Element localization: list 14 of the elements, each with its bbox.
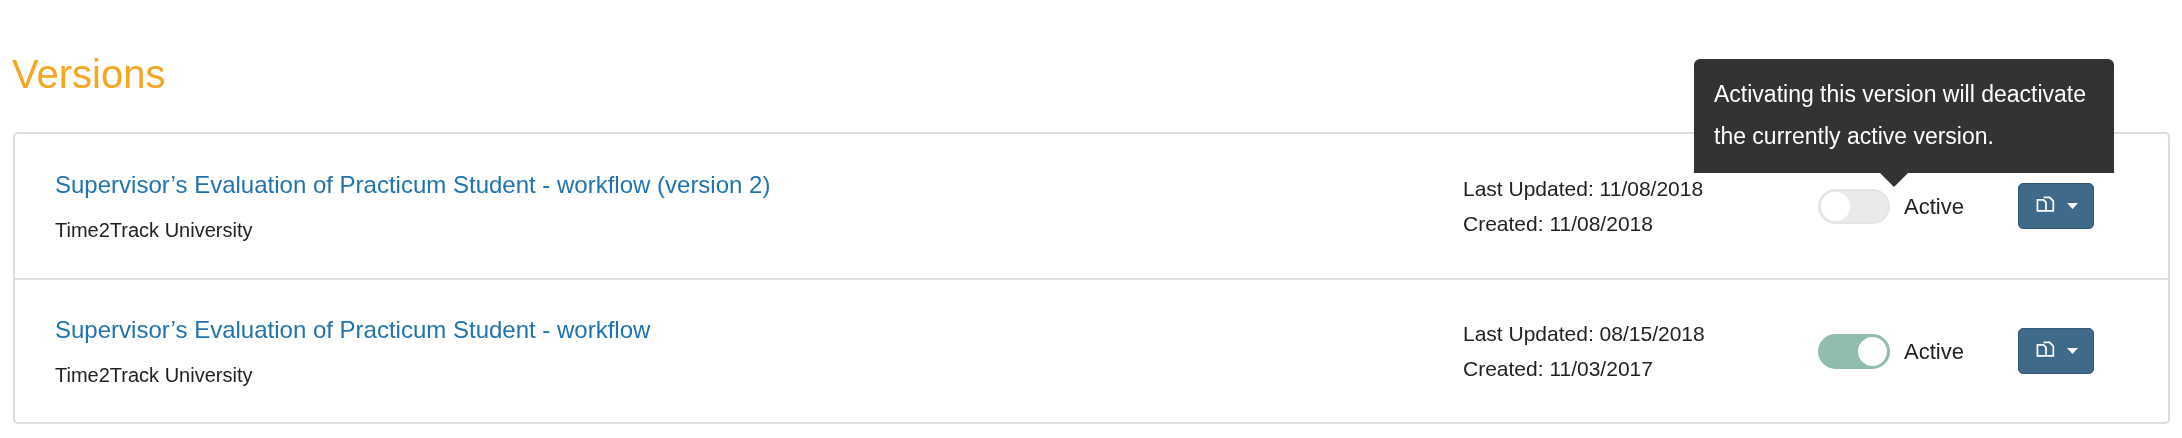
caret-icon: [2066, 203, 2078, 209]
organization-name: Time2Track University: [55, 363, 254, 388]
version-title-link[interactable]: Supervisor’s Evaluation of Practicum Student - workflow: [55, 312, 651, 348]
page-heading: Versions: [12, 51, 166, 98]
version-title-link[interactable]: Supervisor’s Evaluation of Practicum Student - workflow (version 2): [55, 167, 771, 203]
active-label: Active: [1904, 192, 1965, 221]
caret-icon: [2066, 348, 2078, 354]
created-date-text: Created: 11/03/2017: [1463, 356, 1654, 382]
active-label: Active: [1904, 337, 1965, 366]
organization-name: Time2Track University: [55, 218, 254, 243]
created-date-text: Created: 11/08/2018: [1463, 211, 1654, 237]
last-updated-text: Last Updated: 08/15/2018: [1463, 321, 1706, 347]
copy-dropdown-button[interactable]: [2018, 328, 2094, 374]
active-toggle[interactable]: [1818, 333, 1890, 369]
